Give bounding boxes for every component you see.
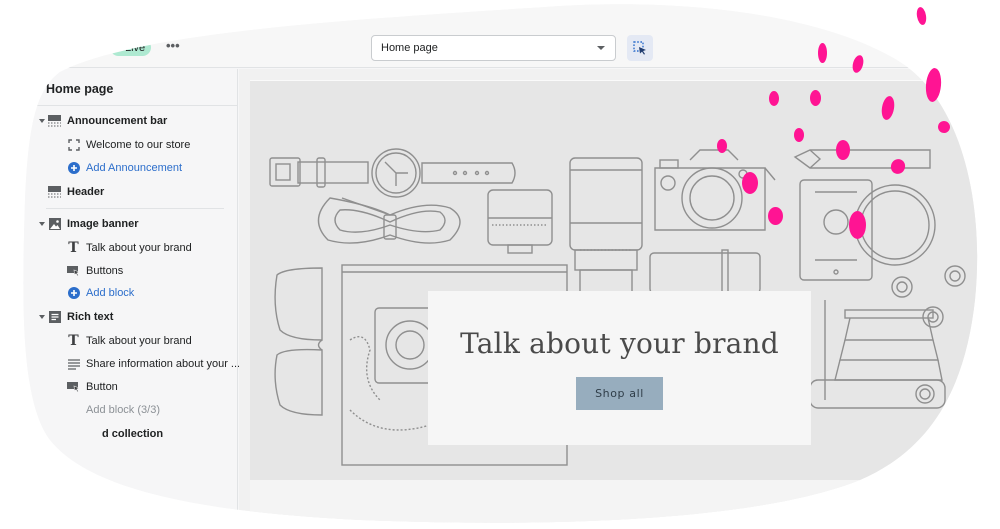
sunglasses-illustration <box>275 268 322 415</box>
page-select[interactable]: Home page <box>371 35 616 61</box>
divider <box>0 105 238 106</box>
button-icon <box>67 265 80 278</box>
pink-brush-mark <box>849 211 866 239</box>
sidebar-title: Home page <box>46 82 114 96</box>
add-block-button[interactable]: Add block <box>67 283 134 303</box>
app-screenshot-frame: Dawn Live ••• Home page Home page Announ… <box>0 0 1000 529</box>
lens-cap-illustration <box>855 185 935 265</box>
block-label: Buttons <box>86 265 124 277</box>
section-featured-collection[interactable]: d collection <box>102 424 163 444</box>
status-dot-icon <box>115 45 121 51</box>
banner-heading: Talk about your brand <box>460 327 779 360</box>
block-label: Talk about your brand <box>86 242 192 254</box>
section-label: Rich text <box>67 311 114 323</box>
add-label: Add block <box>86 287 135 299</box>
section-label: Image banner <box>67 218 139 230</box>
sections-sidebar: Home page Announcement bar Welcome to ou… <box>0 69 238 529</box>
pink-brush-mark <box>810 90 821 106</box>
add-announcement-button[interactable]: Add Announcement <box>67 158 182 178</box>
telephoto-lens-illustration <box>570 158 642 300</box>
button-icon <box>67 381 80 394</box>
more-actions-button[interactable]: ••• <box>166 38 180 53</box>
pink-brush-mark <box>794 128 804 142</box>
pink-brush-mark <box>915 6 928 26</box>
plus-circle-icon <box>67 162 80 175</box>
pink-brush-mark <box>717 139 727 153</box>
pink-brush-mark <box>769 91 779 106</box>
watch-illustration <box>270 149 515 197</box>
block-label: Share information about your ... <box>86 358 241 370</box>
caret-down-icon[interactable] <box>39 119 45 123</box>
section-label: Announcement bar <box>67 115 168 127</box>
section-header-icon <box>48 115 61 128</box>
notebook-illustration <box>650 250 760 295</box>
instant-camera-illustration <box>810 300 945 408</box>
section-header-icon <box>48 186 61 199</box>
add-label: Add Announcement <box>86 162 183 174</box>
block-heading[interactable]: T Talk about your brand <box>67 238 192 258</box>
block-welcome[interactable]: Welcome to our store <box>67 135 190 155</box>
pencil-illustration <box>795 150 930 168</box>
text-icon: T <box>68 333 79 349</box>
caret-down-icon[interactable] <box>39 222 45 226</box>
select-cursor-icon <box>633 41 647 55</box>
block-label: Welcome to our store <box>86 139 191 151</box>
shop-all-button[interactable]: Shop all <box>576 377 663 410</box>
editor-topbar: Dawn Live ••• Home page <box>0 0 1000 68</box>
section-rich-text[interactable]: Rich text <box>48 307 113 327</box>
theme-name: Dawn <box>75 41 104 53</box>
camera-illustration <box>655 150 775 230</box>
add-block-disabled: Add block (3/3) <box>86 400 160 420</box>
topbar-divider <box>66 20 67 68</box>
block-paragraph[interactable]: Share information about your ... <box>67 354 240 374</box>
section-label: Header <box>67 186 105 198</box>
page-select-value: Home page <box>381 42 438 54</box>
section-header[interactable]: Header <box>48 182 104 202</box>
divider <box>46 208 224 209</box>
section-label: d collection <box>102 428 164 440</box>
block-buttons[interactable]: Buttons <box>67 261 123 281</box>
image-banner-content-box: Talk about your brand Shop all <box>428 291 811 445</box>
chevron-down-icon <box>597 46 605 50</box>
image-icon <box>48 218 61 231</box>
paragraph-icon <box>67 358 80 371</box>
block-label: Button <box>86 381 118 393</box>
caret-down-icon[interactable] <box>39 315 45 319</box>
live-status-label: Live <box>125 41 146 54</box>
plus-circle-icon <box>67 287 80 300</box>
pink-brush-mark <box>924 67 943 103</box>
live-status-badge: Live <box>110 39 151 56</box>
pink-brush-mark <box>742 172 758 194</box>
pink-brush-mark <box>768 207 783 225</box>
pink-brush-mark <box>818 43 827 63</box>
block-frame-icon <box>67 139 80 152</box>
pink-brush-mark <box>836 140 850 160</box>
lens-illustration <box>488 190 552 253</box>
section-image-banner[interactable]: Image banner <box>48 214 139 234</box>
rich-text-icon <box>48 311 61 324</box>
block-label: Talk about your brand <box>86 335 192 347</box>
preview-next-section <box>250 480 1000 529</box>
section-announcement-bar[interactable]: Announcement bar <box>48 111 167 131</box>
text-icon: T <box>68 240 79 256</box>
add-label: Add block (3/3) <box>86 404 160 416</box>
block-button[interactable]: Button <box>67 377 118 397</box>
strap-illustration <box>318 198 460 243</box>
inspector-toggle-button[interactable] <box>627 35 653 61</box>
block-heading[interactable]: T Talk about your brand <box>67 331 192 351</box>
